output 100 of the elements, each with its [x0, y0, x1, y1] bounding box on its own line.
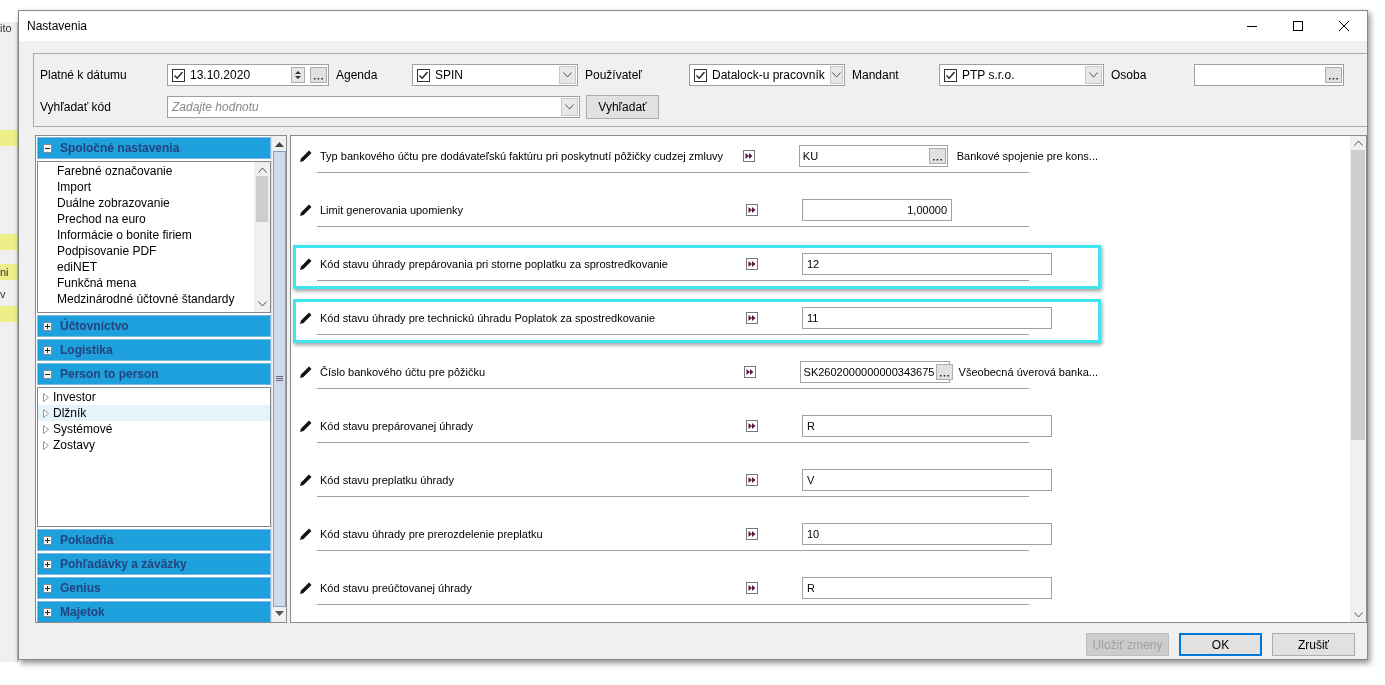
fast-forward-icon[interactable] [746, 474, 758, 486]
list-item[interactable]: ediNET [57, 259, 255, 275]
browse-button[interactable] [928, 148, 946, 164]
scrollbar[interactable] [1350, 136, 1366, 622]
section-title: Účtovníctvo [60, 319, 129, 333]
fast-forward-icon[interactable] [746, 258, 758, 270]
pencil-icon[interactable] [299, 203, 313, 217]
fast-forward-icon[interactable] [746, 312, 758, 324]
lookup-field[interactable]: SK2602000000000343675 [799, 361, 950, 383]
list-item[interactable]: Duálne zobrazovanie [57, 195, 255, 211]
window-title: Nastavenia [27, 19, 89, 33]
combo-box[interactable]: PTP s.r.o. [939, 64, 1104, 86]
field-label: Platné k dátumu [40, 68, 128, 82]
setting-label: Kód stavu preplatku úhrady [320, 473, 455, 487]
list-item[interactable]: Podpisovanie PDF [57, 243, 255, 259]
marker-strip [0, 306, 17, 322]
text-field[interactable]: 11 [802, 307, 1052, 329]
setting-label: Typ bankového účtu pre dodávateľskú faktúru pri poskytnutí pôžičky cudzej zmluvy [320, 149, 725, 163]
value-description: Bankové spojenie pre kons... [956, 150, 1098, 162]
browse-button[interactable] [310, 67, 327, 83]
list-item[interactable]: Prechod na euro [57, 211, 255, 227]
combo-box[interactable]: Datalock-u pracovník [689, 64, 845, 86]
pencil-icon[interactable] [299, 311, 313, 325]
search-button[interactable]: Vyhľadať [586, 95, 659, 119]
tree-item[interactable]: Dlžník [38, 405, 271, 421]
scroll-thumb[interactable] [1351, 150, 1365, 440]
lookup-field[interactable] [1194, 64, 1344, 86]
combo-box[interactable]: SPIN [412, 64, 578, 86]
expand-icon[interactable] [43, 345, 52, 355]
field-label: Agenda [336, 68, 379, 82]
checkbox[interactable] [417, 68, 430, 82]
setting-label: Kód stavu úhrady prepárovania pri storne poplatku za sprostredkovanie [320, 257, 669, 271]
checkbox[interactable] [694, 68, 707, 82]
setting-label: Kód stavu prepárovanej úhrady [320, 419, 474, 433]
text-field[interactable]: 10 [802, 523, 1052, 545]
chevron-up-icon[interactable] [1353, 140, 1363, 146]
text-field[interactable]: V [802, 469, 1052, 491]
expand-icon[interactable] [43, 559, 52, 569]
pencil-icon[interactable] [299, 473, 313, 487]
tree-item[interactable]: Systémové [38, 421, 271, 437]
pencil-icon[interactable] [299, 527, 313, 541]
arrow-up-icon[interactable] [274, 142, 284, 147]
pencil-icon[interactable] [299, 581, 313, 595]
list-item[interactable]: Farebné označovanie [57, 163, 255, 179]
section-title: Logistika [60, 343, 113, 357]
checkbox[interactable] [944, 68, 957, 82]
pencil-icon[interactable] [299, 257, 313, 271]
text-field[interactable]: 12 [802, 253, 1052, 275]
scrollbar[interactable] [254, 162, 271, 312]
fast-forward-icon[interactable] [746, 528, 758, 540]
arrow-down-icon[interactable] [274, 611, 284, 616]
fast-forward-icon[interactable] [746, 582, 758, 594]
fast-forward-icon[interactable] [746, 204, 758, 216]
dialog-button[interactable]: OK [1179, 633, 1262, 656]
list-item[interactable]: Medzinárodné účtovné štandardy [57, 291, 255, 307]
fast-forward-icon[interactable] [746, 420, 758, 432]
field-label: Používateľ [585, 68, 643, 82]
chevron-up-icon[interactable] [257, 167, 267, 173]
tree-item[interactable]: Investor [38, 389, 271, 405]
chevron-down-icon [831, 72, 841, 78]
fast-forward-icon[interactable] [743, 366, 756, 378]
chevron-down-icon [563, 72, 572, 78]
dropdown-button[interactable] [829, 66, 843, 84]
dropdown-button[interactable] [1085, 66, 1102, 84]
list-item[interactable]: Import [57, 179, 255, 195]
number-field[interactable]: 1,00000 [802, 199, 952, 221]
date-field[interactable]: 13.10.2020 [167, 64, 329, 86]
dialog-button[interactable]: Zrušiť [1272, 633, 1355, 656]
checkbox[interactable] [172, 68, 185, 82]
collapse-icon[interactable] [43, 369, 52, 379]
collapse-icon[interactable] [43, 143, 52, 153]
section-title: Majetok [60, 605, 105, 619]
setting-label: Kód stavu úhrady pre prerozdelenie preplatku [320, 527, 544, 541]
search-field[interactable]: Zadajte hodnotu [167, 96, 580, 118]
section-title: Pokladňa [60, 533, 114, 547]
dropdown-button[interactable] [561, 98, 578, 116]
spinner-button[interactable] [291, 67, 305, 83]
chevron-down-icon[interactable] [257, 301, 267, 307]
expand-icon[interactable] [43, 321, 52, 331]
expand-icon[interactable] [43, 583, 52, 593]
pencil-icon[interactable] [299, 149, 313, 163]
field-label: Vyhľadať kód [40, 100, 112, 114]
list-item[interactable]: Informácie o bonite firiem [57, 227, 255, 243]
fast-forward-icon[interactable] [742, 150, 755, 162]
pencil-icon[interactable] [299, 365, 313, 379]
browse-button[interactable] [1325, 67, 1342, 83]
scroll-thumb[interactable] [256, 176, 269, 222]
expand-icon[interactable] [43, 607, 52, 617]
lookup-field[interactable]: KU [798, 145, 948, 167]
pencil-icon[interactable] [299, 419, 313, 433]
tree-item[interactable]: Zostavy [38, 437, 271, 453]
expand-icon[interactable] [43, 535, 52, 545]
chevron-down-icon[interactable] [1353, 612, 1363, 618]
maximize-icon [1293, 21, 1303, 31]
text-field[interactable]: R [802, 415, 1052, 437]
dropdown-button[interactable] [559, 66, 576, 84]
text-field[interactable]: R [802, 577, 1052, 599]
setting-label: Číslo bankového účtu pre pôžičku [320, 365, 487, 379]
list-item[interactable]: Funkčná mena [57, 275, 255, 291]
browse-button[interactable] [936, 364, 954, 380]
